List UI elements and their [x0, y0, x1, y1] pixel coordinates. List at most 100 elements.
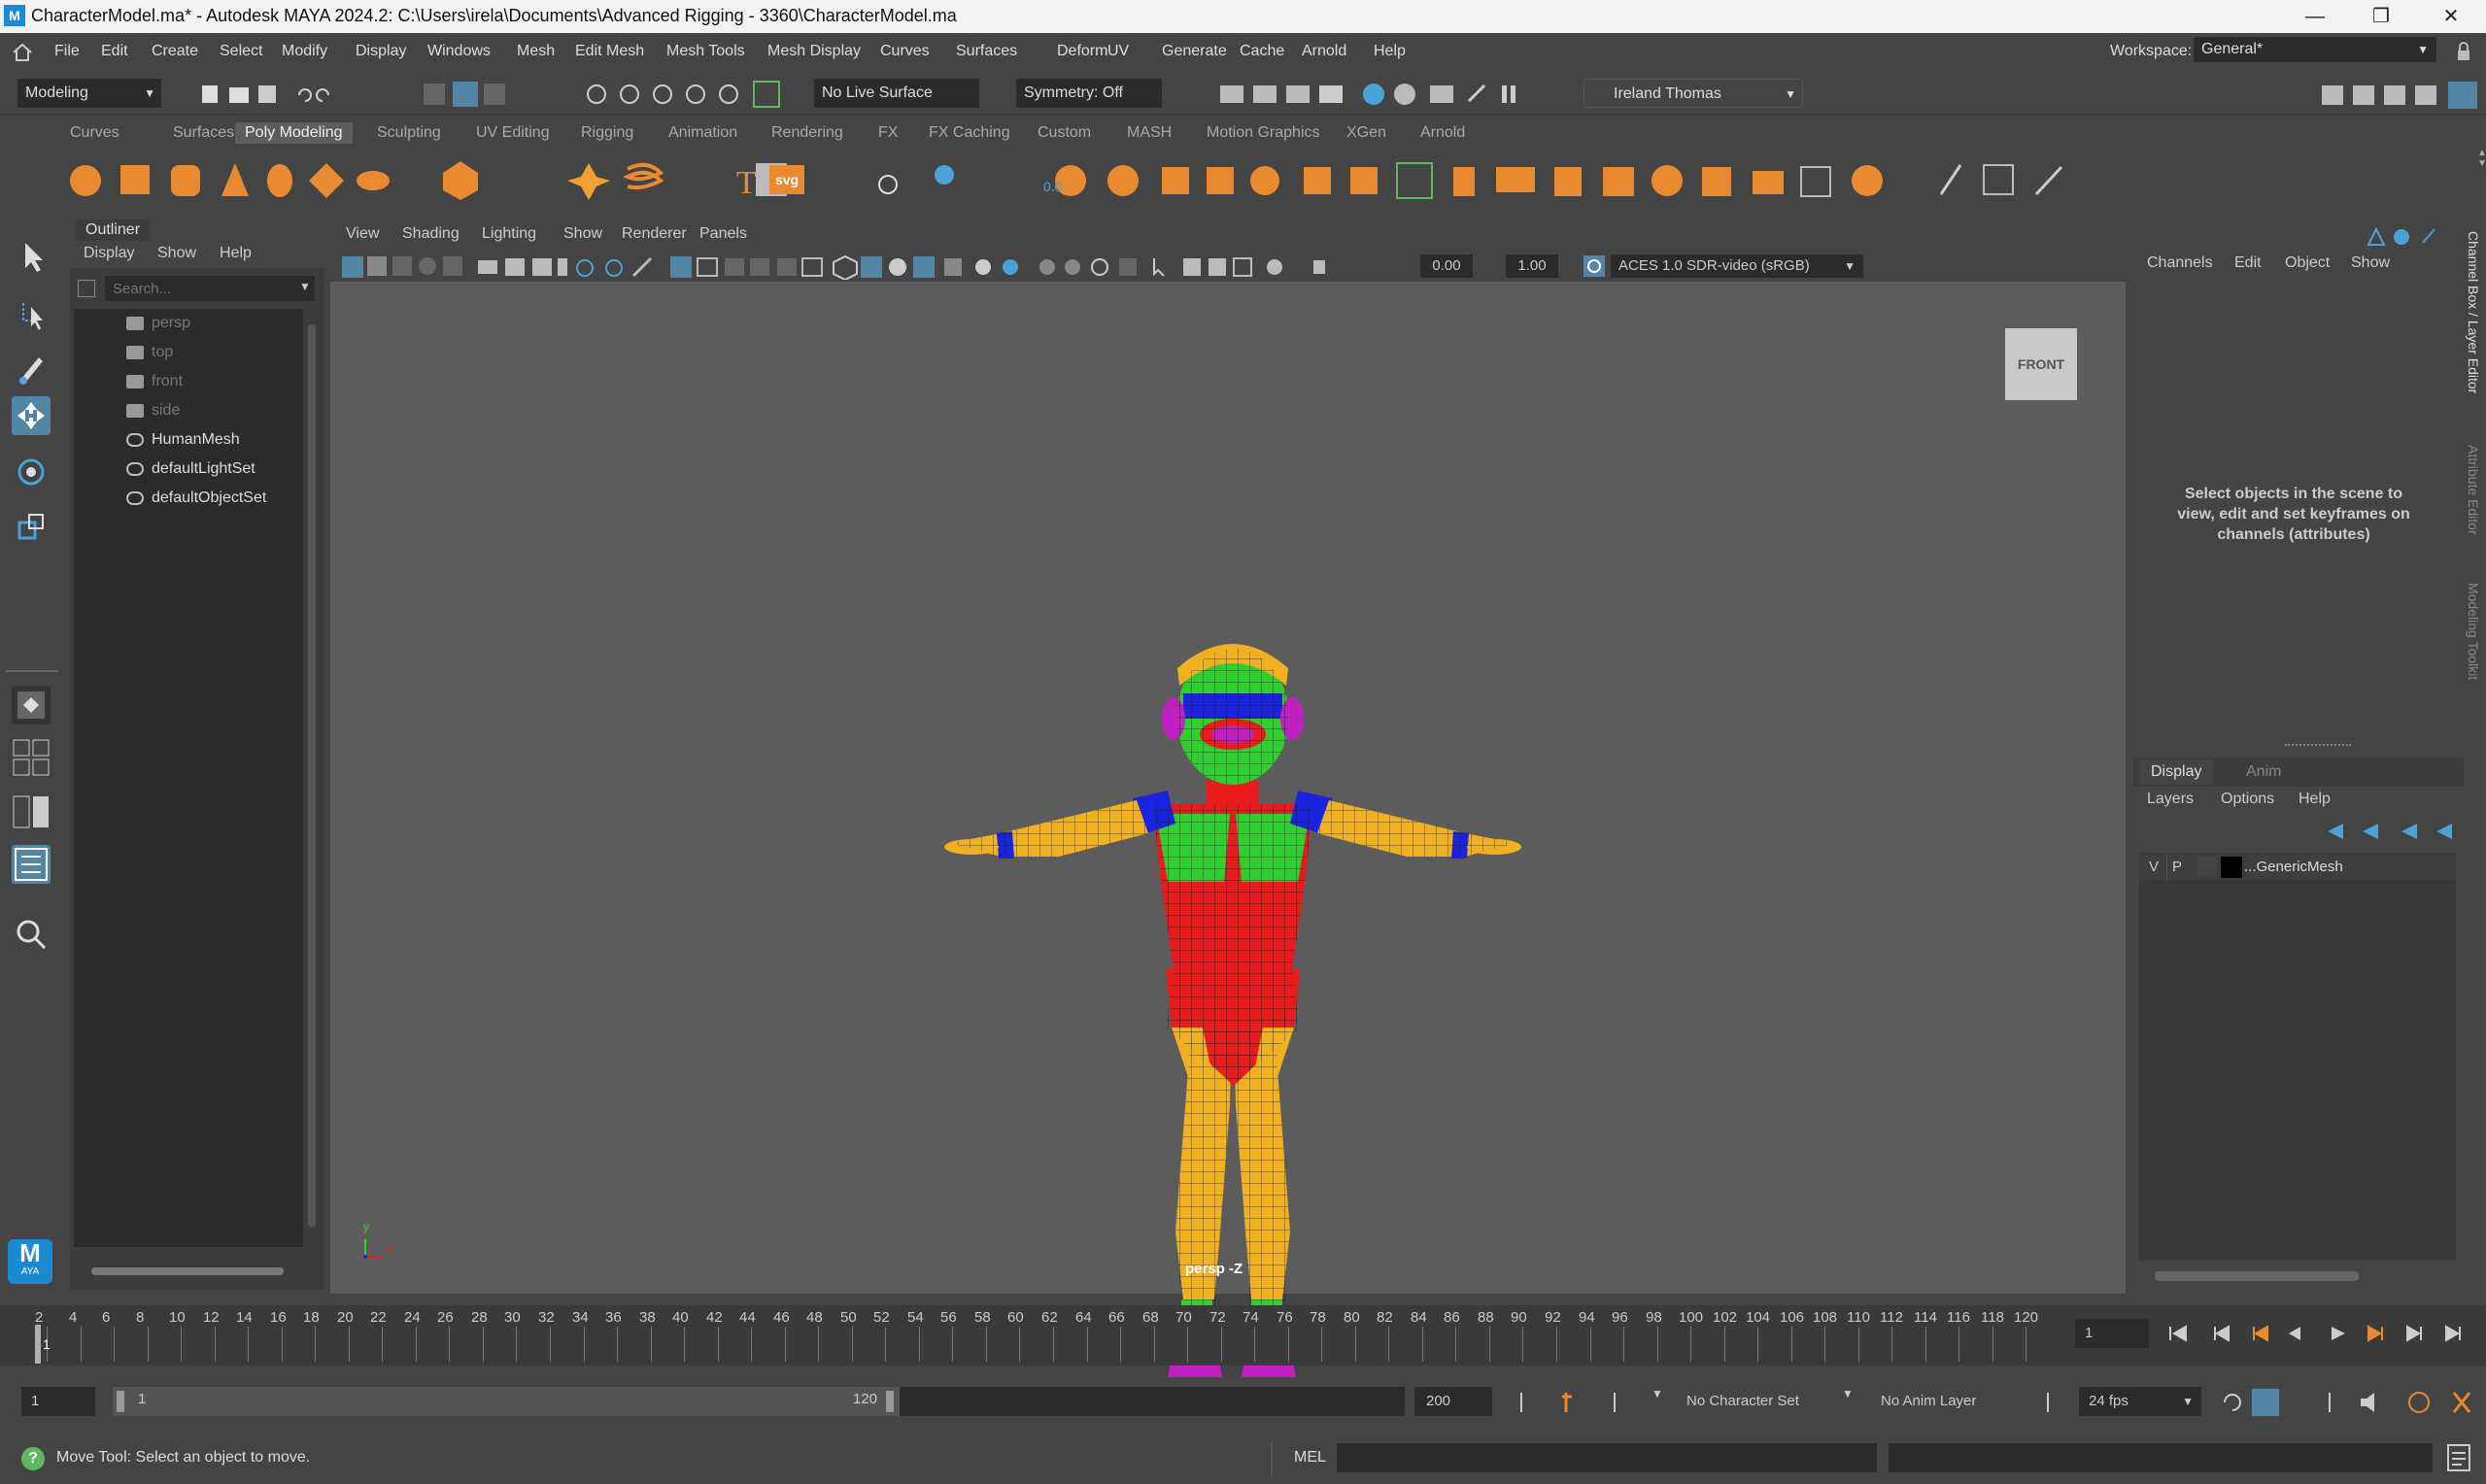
text-tool-icon[interactable]: T: [736, 165, 757, 202]
panel-toggle-icons[interactable]: [2312, 80, 2485, 109]
shelf-tab-fx[interactable]: FX: [868, 122, 907, 144]
shelf-tab-poly-modeling[interactable]: Poly Modeling: [235, 122, 353, 144]
animation-end-field[interactable]: 200: [1414, 1387, 1492, 1416]
symmetry-dropdown[interactable]: Symmetry: Off: [1016, 79, 1162, 108]
layer-playback-toggle[interactable]: P: [2172, 859, 2182, 875]
render-icons[interactable]: [1214, 80, 1525, 109]
scale-tool-icon[interactable]: [12, 507, 51, 546]
anim-tab[interactable]: Anim: [2236, 759, 2291, 785]
outliner-menu-display[interactable]: Display: [84, 245, 134, 262]
menu-generate[interactable]: Generate: [1162, 43, 1227, 60]
four-view-layout-icon[interactable]: [12, 738, 51, 777]
layers-menu[interactable]: Layers: [2147, 791, 2194, 808]
outliner-vscroll[interactable]: [305, 309, 319, 1247]
channel-box-side-tab[interactable]: Channel Box / Layer Editor: [2466, 231, 2481, 393]
layer-type-toggle[interactable]: [2197, 857, 2217, 876]
options-menu[interactable]: Options: [2221, 791, 2274, 808]
outliner-hscroll[interactable]: [76, 1265, 309, 1278]
menu-modify[interactable]: Modify: [282, 43, 327, 60]
outliner-item[interactable]: defaultLightSet: [74, 456, 303, 484]
rotate-tool-icon[interactable]: [12, 453, 51, 491]
layer-action-icons[interactable]: [2308, 820, 2464, 843]
chevron-down-icon[interactable]: ▼: [299, 280, 311, 293]
user-account-button[interactable]: Ireland Thomas ▼: [1584, 79, 1803, 108]
character-set-dropdown[interactable]: No Character Set: [1677, 1387, 1828, 1416]
playback-controls[interactable]: [2161, 1319, 2481, 1348]
two-view-layout-icon[interactable]: [12, 793, 51, 831]
outliner-item[interactable]: HumanMesh: [74, 427, 303, 455]
menu-uv[interactable]: UV: [1107, 43, 1129, 60]
outliner-layout-button[interactable]: [12, 845, 51, 884]
display-tab[interactable]: Display: [2139, 759, 2214, 785]
viewport-menu-lighting[interactable]: Lighting: [482, 225, 536, 243]
outliner-search-input[interactable]: [105, 276, 315, 301]
menu-set-dropdown[interactable]: Modeling ▼: [17, 79, 161, 108]
playhead[interactable]: [35, 1325, 41, 1364]
viewport-panel[interactable]: View Shading Lighting Show Renderer Panels 0.…: [330, 221, 2126, 1391]
shelf-tab-sculpting[interactable]: Sculpting: [367, 122, 451, 144]
live-surface-field[interactable]: No Live Surface: [814, 79, 979, 108]
viewport-menu-show[interactable]: Show: [563, 225, 602, 243]
exposure-field[interactable]: 0.00: [1420, 254, 1473, 278]
menu-deform[interactable]: Deform: [1057, 43, 1107, 60]
menu-edit[interactable]: Edit: [101, 43, 128, 60]
animation-start-field[interactable]: 1: [21, 1387, 95, 1416]
shelf-tab-rigging[interactable]: Rigging: [571, 122, 643, 144]
filter-icon[interactable]: [78, 280, 95, 297]
menu-help[interactable]: Help: [1374, 43, 1406, 60]
shelf-tab-surfaces[interactable]: Surfaces: [163, 122, 244, 144]
menu-display[interactable]: Display: [356, 43, 406, 60]
shelf-tab-curves[interactable]: Curves: [60, 122, 129, 144]
shelf-tab-mash[interactable]: MASH: [1117, 122, 1181, 144]
single-view-layout-icon[interactable]: [12, 686, 51, 725]
lock-icon[interactable]: [2456, 41, 2471, 62]
time-slider[interactable]: 2 4 6 8 10 12 14 16 18 20 22 24 26 28 30 32 34 36 38 40 42 44…: [0, 1305, 2486, 1366]
layer-visibility-toggle[interactable]: V: [2149, 859, 2159, 875]
outliner-tab[interactable]: Outliner: [76, 219, 151, 241]
gamma-field[interactable]: 1.00: [1506, 254, 1558, 278]
snap-icons[interactable]: [583, 80, 787, 109]
channel-box-toggle-icons[interactable]: [2365, 223, 2462, 249]
menu-mesh[interactable]: Mesh: [517, 43, 555, 60]
menu-file[interactable]: File: [54, 43, 80, 60]
shelf-tab-arnold[interactable]: Arnold: [1411, 122, 1475, 144]
shelf-tab-xgen[interactable]: XGen: [1337, 122, 1396, 144]
object-menu[interactable]: Object: [2285, 254, 2330, 272]
help-menu[interactable]: Help: [2299, 791, 2331, 808]
viewport-menu-renderer[interactable]: Renderer: [622, 225, 687, 243]
playback-option-icons[interactable]: [2215, 1387, 2485, 1418]
view-cube[interactable]: FRONT: [2005, 328, 2077, 400]
menu-mesh-tools[interactable]: Mesh Tools: [666, 43, 745, 60]
outliner-menu-show[interactable]: Show: [157, 245, 196, 262]
menu-curves[interactable]: Curves: [880, 43, 930, 60]
shelf-tool-icons[interactable]: [64, 155, 2444, 204]
mel-command-input[interactable]: [1337, 1443, 1877, 1472]
paint-select-tool-icon[interactable]: [12, 348, 51, 387]
humanmesh-model[interactable]: [806, 425, 1642, 1406]
menu-create[interactable]: Create: [152, 43, 198, 60]
shelf-tab-uv-editing[interactable]: UV Editing: [466, 122, 560, 144]
layer-row[interactable]: V P ...GenericMesh: [2139, 855, 2456, 880]
viewport-menu-panels[interactable]: Panels: [699, 225, 747, 243]
anim-layer-dropdown[interactable]: No Anim Layer: [1871, 1387, 2023, 1416]
shelf-tab-custom[interactable]: Custom: [1028, 122, 1101, 144]
menu-mesh-display[interactable]: Mesh Display: [767, 43, 861, 60]
layer-hscroll[interactable]: [2139, 1268, 2456, 1284]
viewport-menu-shading[interactable]: Shading: [402, 225, 460, 243]
chevron-down-icon[interactable]: ▼: [1842, 1387, 1854, 1400]
key-icons[interactable]: [1512, 1389, 1628, 1416]
shelf-tab-fx-caching[interactable]: FX Caching: [919, 122, 1020, 144]
mel-label[interactable]: MEL: [1294, 1449, 1326, 1467]
edit-menu[interactable]: Edit: [2234, 254, 2262, 272]
svg-tool-icon[interactable]: svg: [769, 165, 804, 194]
menu-windows[interactable]: Windows: [427, 43, 491, 60]
panel-toolbar-icons[interactable]: [342, 254, 1420, 280]
color-space-dropdown[interactable]: ACES 1.0 SDR-video (sRGB) ▼: [1611, 254, 1863, 278]
resize-handle[interactable]: [2285, 744, 2351, 748]
timeline-track[interactable]: 2 4 6 8 10 12 14 16 18 20 22 24 26 28 30 32 34 36 38 40 42 44…: [27, 1305, 2063, 1366]
shelf-tab-rendering[interactable]: Rendering: [762, 122, 853, 144]
current-frame-field[interactable]: 1: [2075, 1319, 2149, 1348]
menu-arnold[interactable]: Arnold: [1302, 43, 1346, 60]
shelf-tab-motion-graphics[interactable]: Motion Graphics: [1197, 122, 1330, 144]
menu-edit-mesh[interactable]: Edit Mesh: [575, 43, 644, 60]
